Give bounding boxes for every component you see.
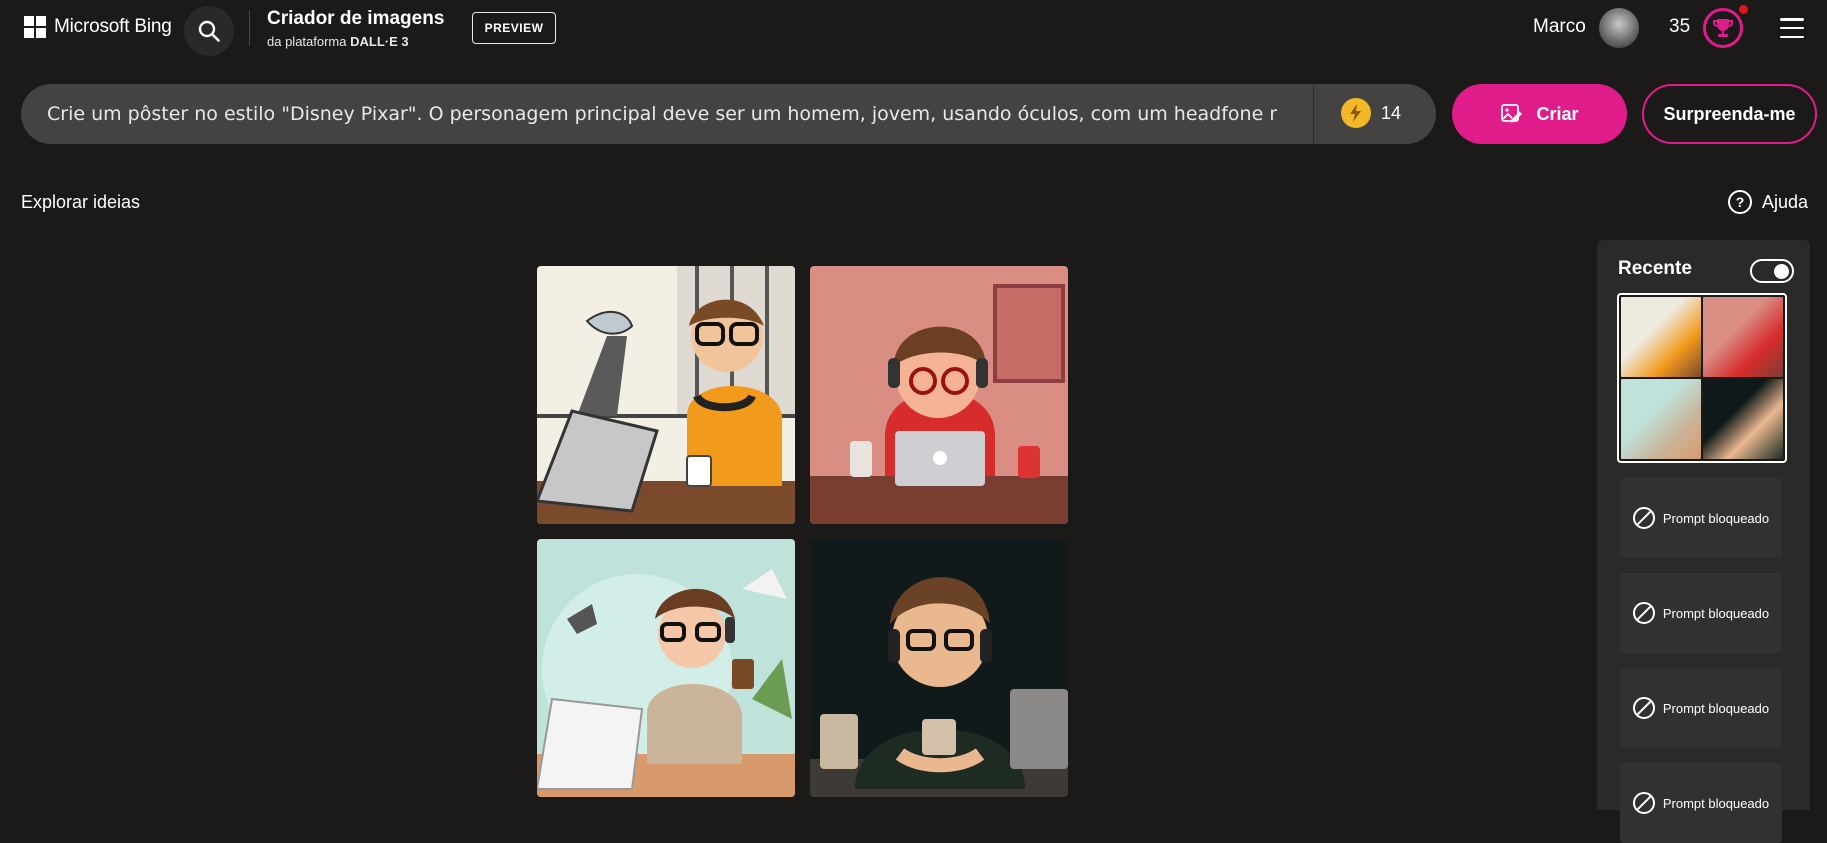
blocked-label: Prompt bloqueado: [1662, 795, 1770, 811]
search-button[interactable]: [184, 6, 234, 56]
prompt-divider: [1313, 84, 1314, 144]
lightning-icon: [1341, 98, 1371, 128]
page-subtitle: da plataforma DALL·E 3: [267, 34, 444, 49]
toggle-knob: [1774, 264, 1789, 279]
subtitle-prefix: da plataforma: [267, 34, 347, 49]
blocked-label: Prompt bloqueado: [1662, 510, 1770, 526]
recent-toggle[interactable]: [1750, 259, 1794, 283]
blocked-item[interactable]: Prompt bloqueado: [1620, 573, 1782, 653]
top-bar: Microsoft Bing Criador de imagens da pla…: [0, 0, 1827, 56]
brand-name: Microsoft Bing: [54, 16, 172, 37]
blocked-icon: [1632, 697, 1655, 719]
bing-logo[interactable]: Microsoft Bing: [24, 16, 172, 38]
blocked-label: Prompt bloqueado: [1662, 605, 1770, 621]
blocked-item[interactable]: Prompt bloqueado: [1620, 478, 1782, 558]
boosts-count: 14: [1381, 102, 1402, 123]
header-divider: [249, 10, 250, 46]
explore-ideas-link[interactable]: Explorar ideias: [21, 192, 140, 213]
blocked-item[interactable]: Prompt bloqueado: [1620, 763, 1782, 843]
preview-badge: PREVIEW: [472, 12, 556, 44]
recent-thumbnail[interactable]: [1617, 293, 1787, 463]
blocked-label: Prompt bloqueado: [1662, 700, 1770, 716]
create-button[interactable]: Criar: [1452, 84, 1627, 144]
boosts-counter[interactable]: 14: [1341, 98, 1401, 128]
hamburger-line: [1780, 26, 1804, 30]
recent-panel: Recente Prompt bloqueado Prompt bloquead…: [1597, 240, 1810, 843]
generated-image-4[interactable]: [810, 539, 1068, 797]
recent-thumb-3: [1621, 379, 1701, 459]
hamburger-icon: [1780, 18, 1804, 21]
create-label: Criar: [1536, 103, 1579, 124]
blocked-icon: [1632, 507, 1655, 529]
blocked-icon: [1632, 792, 1655, 814]
rewards-points[interactable]: 35: [1669, 16, 1690, 38]
page-title: Criador de imagens: [267, 8, 445, 29]
question-circle-icon: ?: [1728, 190, 1752, 214]
recent-thumb-4: [1703, 379, 1783, 459]
generated-image-2[interactable]: [810, 266, 1068, 524]
recent-thumb-2: [1703, 297, 1783, 377]
menu-button[interactable]: [1780, 18, 1804, 38]
prompt-input[interactable]: [47, 84, 1277, 144]
generated-image-3[interactable]: [537, 539, 795, 797]
prompt-bar: 14: [21, 84, 1436, 144]
help-label: Ajuda: [1762, 191, 1809, 212]
windows-logo-icon: [24, 16, 46, 38]
image-edit-icon: [1501, 104, 1523, 123]
recent-thumb-1: [1621, 297, 1701, 377]
notification-dot: [1739, 5, 1748, 14]
help-link[interactable]: ? Ajuda: [1728, 190, 1808, 214]
user-name[interactable]: Marco: [1533, 16, 1586, 38]
blocked-item[interactable]: Prompt bloqueado: [1620, 668, 1782, 748]
blocked-icon: [1632, 602, 1655, 624]
generated-image-1[interactable]: [537, 266, 795, 524]
recent-title: Recente: [1618, 258, 1692, 279]
hamburger-line: [1780, 35, 1804, 38]
avatar[interactable]: [1599, 8, 1639, 48]
search-icon: [198, 20, 220, 42]
page-title-block: Criador de imagens da plataforma DALL·E …: [267, 8, 444, 49]
surprise-button[interactable]: Surpreenda-me: [1642, 84, 1817, 144]
trophy-icon: [1713, 19, 1733, 37]
model-name: DALL·E 3: [350, 34, 409, 49]
rewards-button[interactable]: [1703, 8, 1743, 48]
